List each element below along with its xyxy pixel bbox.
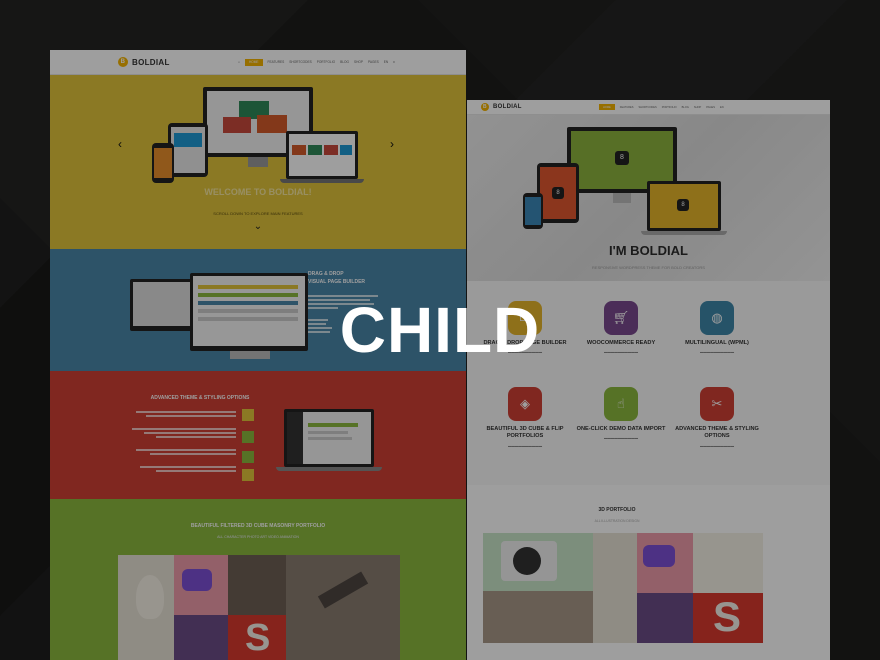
overlay-title: CHILD xyxy=(339,294,541,366)
